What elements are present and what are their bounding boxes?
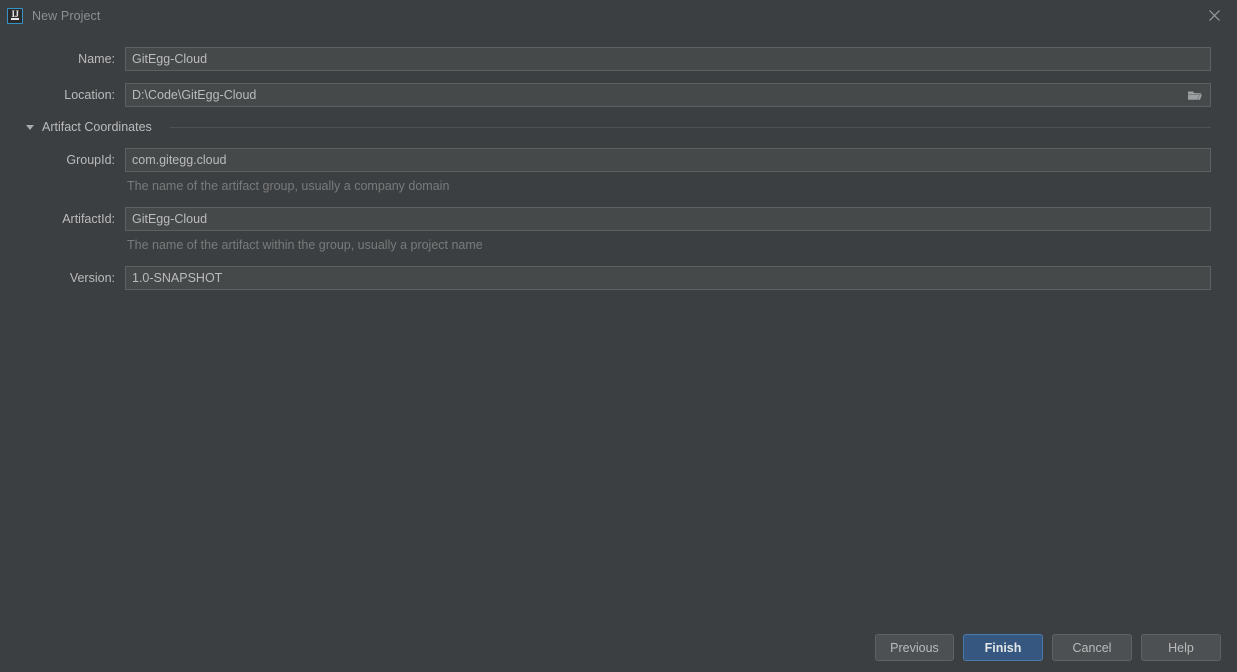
groupid-row: GroupId: com.gitegg.cloud — [0, 148, 1237, 172]
name-label: Name: — [78, 52, 115, 66]
version-label: Version: — [69, 271, 115, 285]
help-button[interactable]: Help — [1141, 634, 1221, 661]
previous-button[interactable]: Previous — [875, 634, 954, 661]
section-divider — [170, 127, 1211, 128]
artifact-coordinates-header-row: Artifact Coordinates — [0, 118, 1237, 136]
folder-open-icon — [1188, 91, 1202, 100]
groupid-hint: The name of the artifact group, usually … — [127, 179, 450, 193]
browse-location-button[interactable] — [1181, 85, 1209, 106]
groupid-label: GroupId: — [66, 153, 115, 167]
artifactid-label: ArtifactId: — [62, 212, 115, 226]
groupid-input[interactable]: com.gitegg.cloud — [125, 148, 1211, 172]
location-input[interactable]: D:\Code\GitEgg-Cloud — [125, 83, 1211, 107]
artifactid-row: ArtifactId: GitEgg-Cloud — [0, 207, 1237, 231]
intellij-idea-icon: IJ — [7, 7, 23, 24]
location-input-value: D:\Code\GitEgg-Cloud — [132, 88, 257, 102]
close-button[interactable] — [1192, 0, 1237, 31]
artifactid-hint: The name of the artifact within the grou… — [127, 238, 483, 252]
name-row: Name: GitEgg-Cloud — [0, 47, 1237, 71]
name-input[interactable]: GitEgg-Cloud — [125, 47, 1211, 71]
finish-button[interactable]: Finish — [963, 634, 1043, 661]
artifact-coordinates-label: Artifact Coordinates — [42, 120, 152, 134]
location-row: Location: D:\Code\GitEgg-Cloud — [0, 83, 1237, 107]
version-row: Version: 1.0-SNAPSHOT — [0, 266, 1237, 290]
cancel-button[interactable]: Cancel — [1052, 634, 1132, 661]
dialog-title: New Project — [32, 8, 101, 23]
close-icon — [1209, 10, 1220, 21]
artifactid-input[interactable]: GitEgg-Cloud — [125, 207, 1211, 231]
dialog-button-bar: Previous Finish Cancel Help — [0, 634, 1237, 661]
version-input[interactable]: 1.0-SNAPSHOT — [125, 266, 1211, 290]
location-label: Location: — [64, 88, 115, 102]
dialog-title-bar: IJ New Project — [0, 0, 1237, 31]
intellij-idea-icon-bar — [11, 17, 19, 20]
chevron-down-icon — [26, 125, 34, 130]
title-bar-left-group: IJ New Project — [7, 0, 100, 31]
artifact-coordinates-toggle[interactable]: Artifact Coordinates — [26, 118, 152, 136]
